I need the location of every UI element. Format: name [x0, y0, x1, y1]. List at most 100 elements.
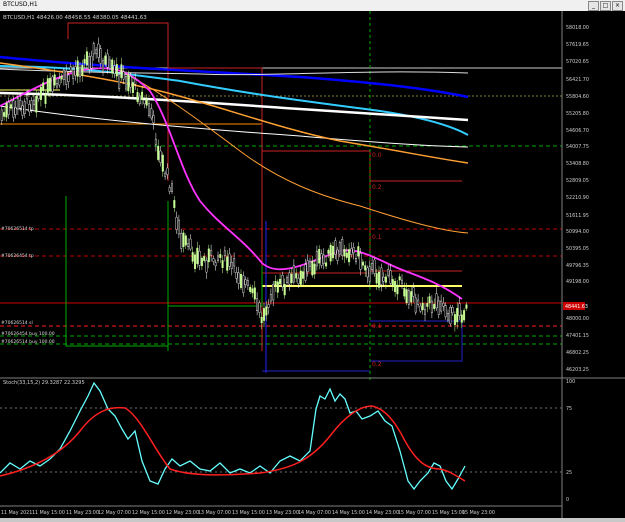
- candle-body: [106, 53, 109, 68]
- candle-body: [405, 289, 408, 304]
- candle-body: [72, 69, 75, 79]
- time-tick: 15 May 07:00: [398, 510, 431, 516]
- candle-body: [46, 78, 49, 93]
- candle-body: [281, 275, 284, 288]
- svg-text:25: 25: [566, 470, 572, 476]
- candle-body: [7, 101, 10, 115]
- candle-body: [336, 249, 339, 261]
- candle-body: [242, 275, 245, 293]
- stoch-axis: 100 75 25 0: [566, 379, 575, 503]
- close-button[interactable]: ×: [612, 1, 623, 11]
- candle-body: [187, 243, 190, 247]
- candle-body: [373, 259, 376, 274]
- svg-text:0: 0: [566, 497, 569, 503]
- candle-body: [341, 239, 344, 256]
- candle-body: [28, 104, 31, 113]
- candle-body: [184, 235, 187, 246]
- candle-body: [207, 248, 210, 263]
- candle-body: [150, 108, 153, 119]
- price-tick: 48000.00: [566, 316, 589, 322]
- candle-body: [120, 64, 123, 78]
- candle-body: [182, 232, 185, 248]
- stoch-header: Stoch(33,15,2) 29.3287 22.3295: [3, 380, 85, 386]
- candle-body: [198, 250, 201, 266]
- candle-body: [168, 187, 171, 192]
- candle-body: [212, 258, 215, 262]
- candle-body: [210, 250, 213, 256]
- candle-body: [329, 244, 332, 262]
- candle-body: [304, 264, 307, 281]
- candle-body: [233, 258, 236, 267]
- candle-body: [382, 276, 385, 282]
- candle-body: [463, 310, 466, 321]
- candle-body: [430, 300, 433, 314]
- candle-body: [9, 104, 12, 109]
- candle-body: [191, 252, 194, 262]
- maximize-button[interactable]: □: [600, 1, 611, 11]
- candle-body: [235, 272, 238, 279]
- chart-area[interactable]: BTCUSD,H1 48426.00 48458.55 48380.05 484…: [0, 11, 625, 518]
- candle-body: [223, 250, 226, 256]
- chart-canvas[interactable]: BTCUSD,H1 48426.00 48458.55 48380.05 484…: [0, 11, 625, 518]
- candle-body: [33, 99, 36, 106]
- candle-body: [95, 49, 98, 54]
- candle-body: [325, 262, 328, 267]
- candle-body: [244, 279, 247, 286]
- price-tick: 50395.05: [566, 246, 589, 252]
- candle-body: [51, 76, 54, 92]
- order-label: #70626454 tp: [1, 253, 34, 259]
- candle-body: [0, 109, 3, 121]
- candle-body: [104, 55, 107, 65]
- time-tick: 13 May 15:00: [232, 510, 265, 516]
- window-titlebar: BTCUSD,H1 _ □ ×: [0, 0, 625, 11]
- candle-body: [23, 101, 26, 114]
- price-tick: 51611.95: [566, 213, 589, 219]
- candle-body: [276, 281, 279, 293]
- candle-body: [357, 246, 360, 257]
- time-tick: 15 May 23:00: [462, 510, 495, 516]
- candle-body: [58, 78, 61, 86]
- candle-body: [189, 238, 192, 250]
- candle-body: [143, 99, 146, 105]
- candle-body: [122, 71, 125, 80]
- candle-body: [65, 70, 68, 85]
- price-tick: 50994.00: [566, 229, 589, 235]
- candle-body: [279, 278, 282, 285]
- price-tick: 53408.80: [566, 161, 589, 167]
- price-tick: 56421.70: [566, 77, 589, 83]
- candle-body: [380, 267, 383, 285]
- candle-body: [401, 279, 404, 284]
- candle-body: [193, 254, 196, 270]
- candle-body: [251, 288, 254, 294]
- candle-body: [253, 287, 256, 300]
- fib-label: 0.1: [372, 323, 382, 330]
- candle-body: [410, 291, 413, 303]
- candle-body: [460, 314, 463, 323]
- candle-body: [113, 65, 116, 74]
- candle-body: [272, 283, 275, 301]
- price-levels: [0, 67, 562, 345]
- candle-body: [249, 286, 252, 292]
- time-tick: 11 May 15:00: [32, 510, 65, 516]
- time-tick: 14 May 23:00: [366, 510, 399, 516]
- time-tick: 14 May 15:00: [332, 510, 365, 516]
- candle-body: [200, 257, 203, 267]
- candle-body: [364, 265, 367, 271]
- candle-body: [343, 249, 346, 257]
- candle-body: [426, 303, 429, 307]
- candle-body: [69, 66, 72, 71]
- price-tick: 46203.25: [566, 367, 589, 373]
- candle-body: [56, 83, 59, 88]
- stoch-levels: [0, 407, 562, 473]
- candle-body: [407, 290, 410, 305]
- candle-body: [239, 274, 242, 288]
- candle-body: [398, 276, 401, 281]
- price-axis: 58018.00 57619.65 57020.65 56421.70 55804.60…: [566, 25, 589, 373]
- candle-body: [297, 278, 300, 284]
- price-tick: 57020.65: [566, 59, 589, 65]
- candle-body: [375, 273, 378, 284]
- minimize-button[interactable]: _: [588, 1, 599, 11]
- candle-body: [442, 302, 445, 307]
- candle-body: [12, 100, 15, 118]
- candle-body: [258, 302, 261, 313]
